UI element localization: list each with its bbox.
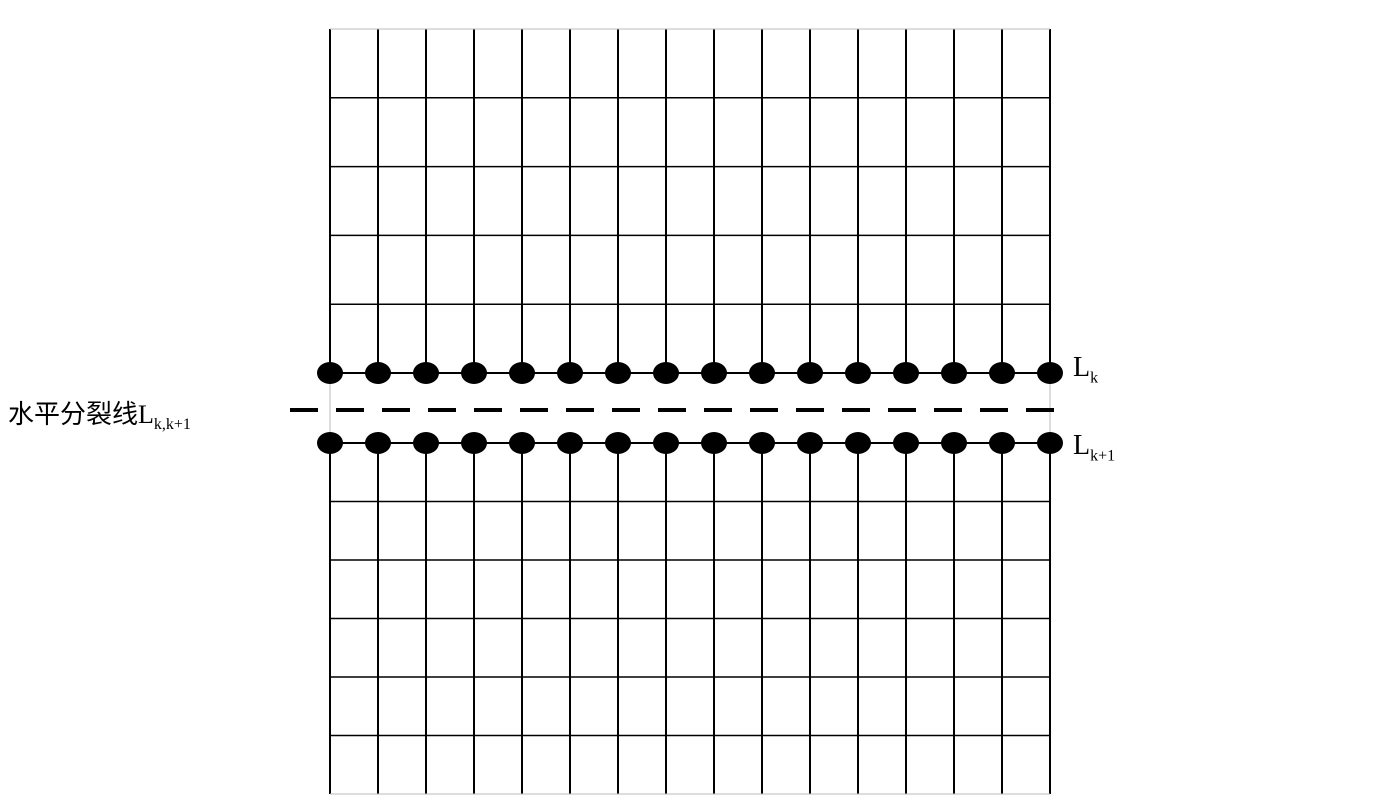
split-line-label-sub: k,k+1 [154,416,191,433]
lk-label-sub: k [1090,370,1098,387]
split-line-label: 水平分裂线Lk,k+1 [8,394,191,434]
lk-label-text: L [1073,352,1090,383]
diagram-canvas: 水平分裂线Lk,k+1 Lk Lk+1 [0,0,1399,805]
diagram-svg [0,0,1399,805]
lk1-label-text: L [1073,430,1090,461]
lk1-label-sub: k+1 [1090,448,1115,465]
lk1-label: Lk+1 [1073,430,1115,466]
split-line-label-text: 水平分裂线L [8,400,154,429]
lk-label: Lk [1073,352,1098,388]
